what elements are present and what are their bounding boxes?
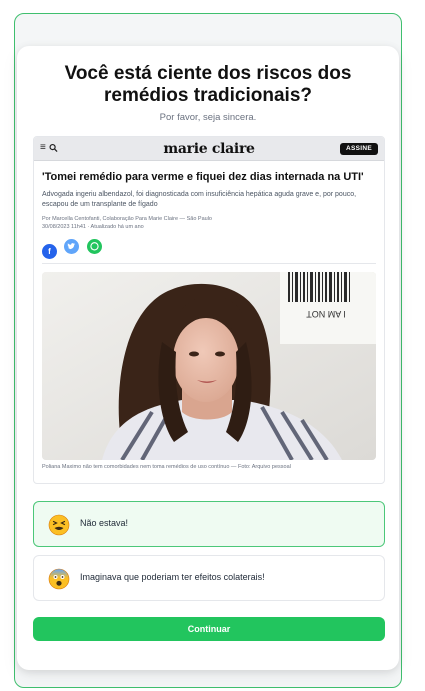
answer-option-label: Imaginava que poderiam ter efeitos colat… bbox=[80, 572, 265, 582]
photo-caption: Poliana Maximo não tem comorbidades nem … bbox=[42, 464, 291, 470]
quiz-card: Você está ciente dos riscos dos remédios… bbox=[17, 46, 399, 670]
article-preview: ≡ marie claire ASSINE 'Tomei remédio par… bbox=[33, 136, 385, 484]
quiz-frame: Você está ciente dos riscos dos remédios… bbox=[14, 13, 402, 688]
tired-face-emoji-icon bbox=[48, 514, 70, 536]
answer-option-not-aware[interactable]: Não estava! bbox=[33, 501, 385, 547]
byline-author: Por Marcella Centofanti, Colaboração Par… bbox=[42, 216, 212, 222]
page-subtitle: Por favor, seja sincera. bbox=[159, 112, 257, 123]
divider bbox=[42, 263, 376, 264]
answer-option-label: Não estava! bbox=[80, 518, 129, 528]
article-byline: Por Marcella Centofanti, Colaboração Par… bbox=[42, 215, 376, 231]
subscribe-button: ASSINE bbox=[339, 143, 378, 155]
scared-face-emoji-icon bbox=[48, 568, 70, 590]
byline-date: 30/08/2023 11h41 · Atualizado há um ano bbox=[42, 224, 144, 230]
article-lede: Advogada ingeriu albendazol, foi diagnos… bbox=[42, 191, 357, 208]
answer-option-side-effects[interactable]: Imaginava que poderiam ter efeitos colat… bbox=[33, 555, 385, 601]
article-photo: I AM NOT bbox=[42, 272, 376, 460]
site-header: ≡ marie claire ASSINE bbox=[34, 137, 384, 161]
portrait-image: I AM NOT bbox=[42, 272, 376, 460]
share-buttons: f bbox=[42, 239, 105, 259]
photo-text: I AM NOT bbox=[306, 309, 346, 319]
article-headline: 'Tomei remédio para verme e fiquei dez d… bbox=[42, 171, 364, 183]
site-logo: marie claire bbox=[163, 141, 255, 157]
continue-button[interactable]: Continuar bbox=[33, 617, 385, 641]
whatsapp-icon bbox=[86, 239, 102, 254]
page-title: Você está ciente dos riscos dos remédios… bbox=[64, 63, 352, 106]
twitter-icon bbox=[64, 239, 80, 254]
facebook-icon: f bbox=[42, 244, 57, 259]
